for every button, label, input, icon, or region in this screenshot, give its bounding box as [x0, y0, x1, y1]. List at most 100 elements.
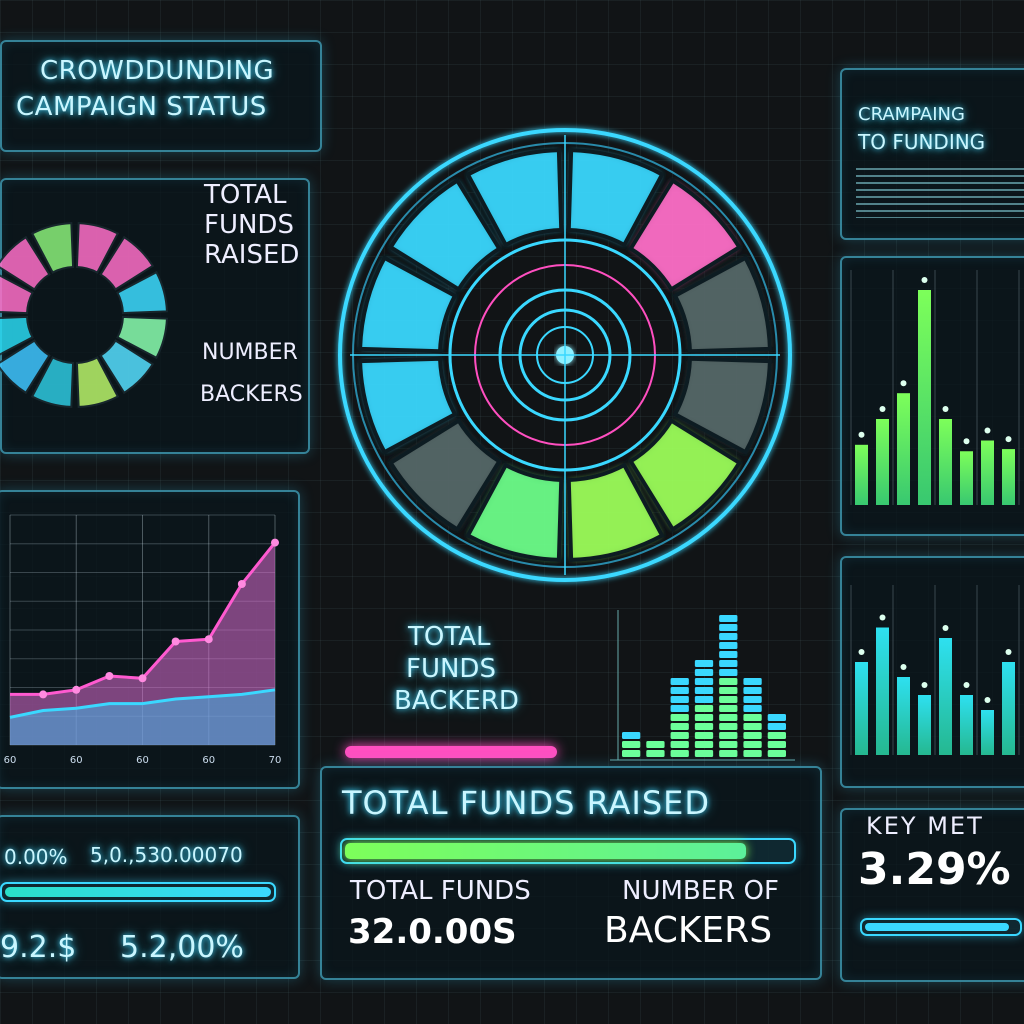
center-bar-segment: [743, 714, 762, 721]
stat-percent-1: 0.00%: [4, 845, 68, 869]
center-bar-segment: [743, 687, 762, 694]
total-funds-value: 32.0.00S: [348, 912, 517, 952]
line-point: [72, 685, 81, 694]
center-bar-segment: [743, 705, 762, 712]
center-bar-segment: [743, 732, 762, 739]
bar: [918, 290, 931, 505]
center-bar-segment: [767, 732, 786, 739]
x-tick-label: 60: [136, 755, 149, 766]
center-backed-label: BACKERD: [394, 686, 519, 716]
bar: [897, 677, 910, 755]
center-bar-segment: [622, 750, 641, 757]
bar: [876, 627, 889, 755]
center-bar-segment: [719, 678, 738, 685]
bar-marker: [942, 406, 949, 412]
funds-panel-title: TOTAL FUNDS RAISED: [342, 784, 711, 822]
center-bar-segment: [743, 741, 762, 748]
radial-gauge: [338, 128, 792, 582]
stat-value-1: 5,0.,530.00070: [90, 843, 243, 867]
center-total-label: TOTAL: [408, 622, 491, 652]
center-bar-segment: [670, 696, 689, 703]
center-bar-segment: [719, 642, 738, 649]
center-bar-segment: [622, 741, 641, 748]
x-tick-label: 60: [70, 755, 83, 766]
center-bar-segment: [767, 723, 786, 730]
line-point: [237, 580, 246, 588]
center-bar-segment: [719, 669, 738, 676]
funds-progress-track: [340, 838, 796, 864]
bar-marker: [900, 664, 907, 670]
total-funds-label-2: FUNDS: [204, 210, 294, 240]
line-point: [105, 672, 114, 680]
center-bar-segment: [670, 732, 689, 739]
center-bar-segment: [622, 732, 641, 739]
x-tick-label: 60: [202, 755, 215, 766]
center-bar-segment: [694, 696, 714, 703]
center-bar-segment: [767, 714, 786, 721]
center-bar-segment: [719, 651, 738, 658]
center-bar-segment: [719, 624, 738, 631]
center-bar-segment: [719, 660, 738, 667]
bar: [939, 638, 952, 755]
key-metrics-progress-track: [860, 918, 1022, 936]
total-funds-label: TOTAL FUNDS: [350, 876, 531, 906]
stat-percent-2: 9.2.$: [0, 930, 77, 965]
center-bar-segment: [719, 705, 738, 712]
center-bar-segment: [743, 696, 762, 703]
total-funds-label-1: TOTAL: [204, 180, 287, 210]
center-bar-segment: [719, 750, 738, 757]
bar-marker: [1005, 649, 1012, 655]
center-bar-segment: [694, 669, 714, 676]
center-bar-segment: [719, 696, 738, 703]
bar-chart-2: [850, 585, 1020, 755]
bar-marker: [963, 682, 970, 688]
center-bar-segment: [719, 723, 738, 730]
stats-progress-track: [0, 882, 276, 902]
center-bar-segment: [646, 750, 665, 757]
line-chart: 60 60 60 60 70: [4, 514, 282, 766]
line-point: [138, 674, 147, 683]
backers-count-label: NUMBER OF: [622, 876, 779, 906]
center-bar-segment: [694, 750, 714, 757]
center-bar-segment: [719, 687, 738, 694]
line-point: [271, 538, 279, 547]
center-bar-segment: [694, 714, 714, 721]
center-bar-segment: [719, 714, 738, 721]
donut-chart: [0, 222, 168, 408]
bar-marker: [963, 438, 970, 445]
center-bar-segment: [743, 750, 762, 757]
bar: [876, 419, 889, 505]
key-metrics-progress-fill: [865, 923, 1010, 931]
key-metrics-title: KEY MET: [866, 812, 984, 840]
line-point: [204, 635, 213, 644]
backers-label: BACKERS: [200, 382, 303, 407]
center-bar-segment: [670, 714, 689, 721]
bar-marker: [879, 614, 886, 621]
center-bar-segment: [743, 723, 762, 730]
bar-marker: [984, 697, 991, 703]
center-bar-segment: [694, 687, 714, 694]
bar: [1002, 449, 1015, 505]
x-tick-label: 70: [269, 755, 282, 766]
center-bar-segment: [670, 750, 689, 757]
bar-marker: [879, 406, 886, 412]
key-metrics-value: 3.29%: [858, 844, 1011, 895]
bar-marker: [1005, 436, 1012, 443]
center-bar-segment: [670, 705, 689, 712]
total-funds-label-3: RAISED: [204, 240, 300, 270]
bar-marker: [984, 427, 991, 434]
center-bar-segment: [767, 750, 786, 757]
bar: [939, 419, 952, 505]
center-bar-segment: [694, 705, 714, 712]
stat-value-2: 5.2,00%: [120, 930, 244, 965]
center-bar-chart: [610, 610, 795, 761]
center-bar-segment: [719, 732, 738, 739]
bar: [918, 695, 931, 755]
bar-marker: [900, 380, 907, 387]
backers-count-value: BACKERS: [604, 910, 773, 951]
center-bar-segment: [670, 678, 689, 685]
center-bar-segment: [670, 723, 689, 730]
line-point: [39, 690, 48, 699]
stats-progress-fill: [5, 887, 271, 897]
pink-indicator-bar: [345, 746, 557, 758]
